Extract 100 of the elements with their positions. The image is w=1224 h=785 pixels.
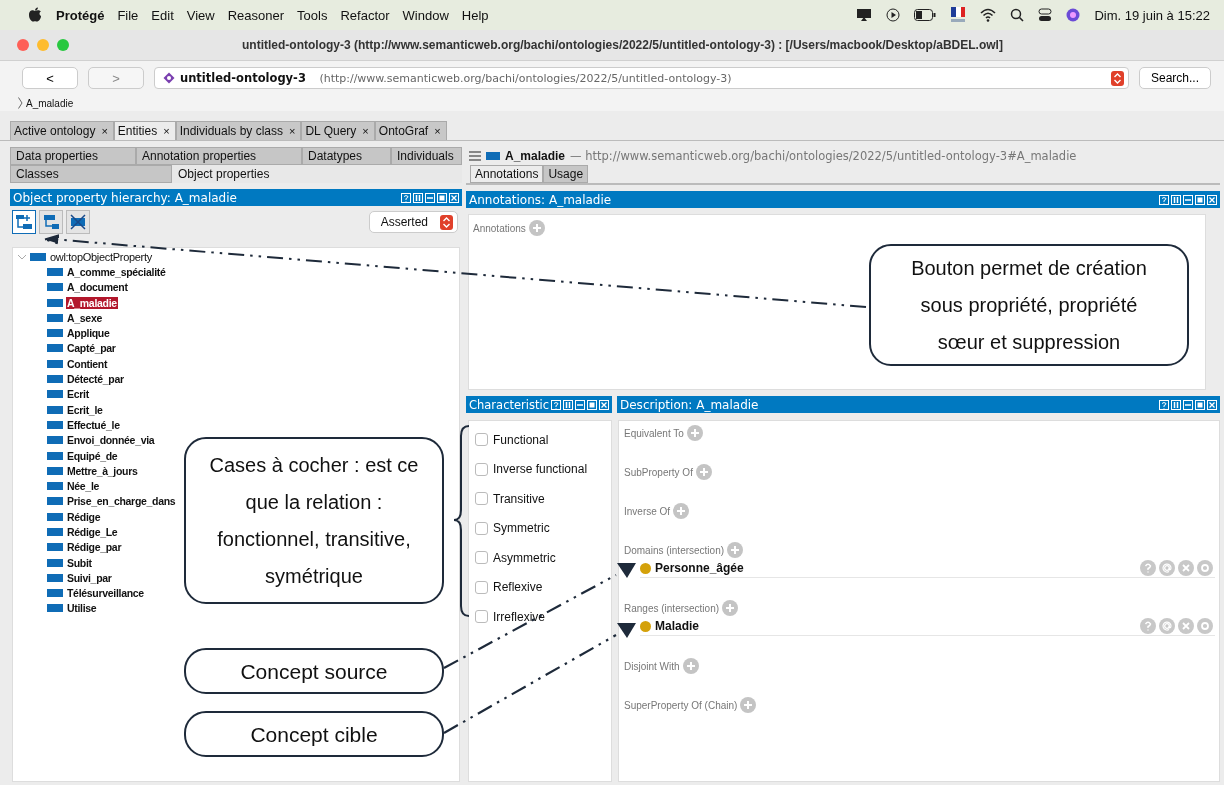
menu-icon[interactable] — [469, 151, 481, 161]
tree-item[interactable]: Contient — [66, 357, 109, 370]
close-tab-icon[interactable]: × — [362, 125, 369, 137]
checkbox[interactable] — [475, 462, 488, 476]
display-icon[interactable] — [856, 8, 873, 22]
checkbox[interactable] — [475, 551, 488, 565]
maximize-icon[interactable] — [1195, 399, 1205, 410]
menu-item[interactable]: Refactor — [340, 7, 390, 23]
class-entry[interactable]: Personne_âgée — [655, 561, 744, 575]
split-icon[interactable] — [1171, 194, 1181, 205]
entity-tab[interactable]: Individuals — [391, 147, 462, 165]
control-center-icon[interactable] — [1038, 8, 1053, 22]
tree-item[interactable]: Rédige — [66, 510, 102, 523]
checkbox[interactable] — [475, 521, 488, 535]
checkbox-label[interactable]: Irreflexive — [493, 609, 545, 624]
close-tab-icon[interactable]: × — [289, 125, 296, 137]
tab[interactable]: Usage — [543, 165, 589, 183]
tree-item[interactable]: Equipé_de — [66, 449, 119, 462]
split-icon[interactable] — [413, 192, 423, 203]
dropdown-icon[interactable] — [440, 214, 453, 230]
tree-item[interactable]: Née_le — [66, 480, 101, 493]
entity-tab[interactable]: Annotation properties — [136, 147, 302, 165]
close-icon[interactable] — [449, 192, 459, 203]
tab[interactable]: Individuals by class × — [175, 121, 302, 140]
tree-item[interactable]: owl:topObjectProperty — [49, 250, 153, 263]
checkbox-label[interactable]: Functional — [493, 432, 549, 447]
close-tab-icon[interactable]: × — [434, 125, 441, 137]
tree-item[interactable]: A_maladie — [66, 296, 118, 309]
maximize-icon[interactable] — [587, 399, 597, 410]
checkbox-label[interactable]: Symmetric — [493, 521, 550, 536]
tab[interactable]: DL Query × — [301, 121, 375, 140]
menu-item[interactable]: Tools — [297, 7, 328, 23]
add-sibling-button[interactable] — [39, 210, 63, 234]
entity-tab[interactable]: Object properties — [172, 165, 462, 183]
battery-icon[interactable] — [914, 9, 937, 21]
tree-item[interactable]: Rédige_Le — [66, 526, 119, 538]
checkbox[interactable] — [475, 492, 488, 506]
tree-item[interactable]: Télésurveillance — [66, 587, 145, 600]
checkbox[interactable] — [475, 610, 488, 624]
search-icon[interactable] — [1010, 8, 1025, 22]
flag-icon[interactable] — [950, 7, 967, 23]
tree-item[interactable]: Utilise — [66, 602, 98, 615]
close-icon[interactable] — [599, 399, 609, 410]
tree-item[interactable]: Détecté_par — [66, 373, 125, 385]
close-tab-icon[interactable]: × — [163, 125, 170, 137]
checkbox-label[interactable]: Transitive — [493, 491, 545, 506]
wifi-icon[interactable] — [980, 8, 997, 22]
ontology-selector[interactable]: untitled-ontology-3 (http://www.semanticweb.org/bachi/ontologies/2022/5/untitled-ontology-3) — [154, 67, 1129, 89]
tab[interactable]: Active ontology × — [10, 121, 114, 140]
tree-item[interactable]: Rédige_par — [66, 541, 123, 554]
split-icon[interactable] — [563, 399, 573, 410]
menu-item[interactable]: File — [117, 7, 139, 23]
app-menu[interactable]: Protégé — [56, 7, 105, 23]
apple-icon[interactable] — [28, 7, 42, 23]
view-mode-dropdown[interactable]: Asserted — [368, 211, 458, 233]
checkbox-label[interactable]: Reflexive — [493, 580, 543, 595]
entity-tab[interactable]: Classes — [10, 165, 172, 183]
class-entry[interactable]: Maladie — [655, 619, 699, 633]
delete-button[interactable] — [66, 210, 90, 234]
menu-item[interactable]: Window — [402, 7, 449, 23]
tab[interactable]: Annotations — [470, 165, 544, 183]
tree-item[interactable]: Suivi_par — [66, 571, 113, 584]
checkbox-label[interactable]: Asymmetric — [493, 550, 556, 565]
menu-item[interactable]: View — [186, 7, 215, 23]
assistant-icon[interactable] — [1066, 8, 1081, 22]
split-icon[interactable] — [1171, 399, 1181, 410]
minimize-icon[interactable] — [1183, 399, 1193, 410]
back-button[interactable]: < — [22, 67, 78, 89]
close-icon[interactable] — [1207, 194, 1217, 205]
help-icon[interactable] — [1159, 399, 1169, 410]
tab[interactable]: OntoGraf × — [374, 121, 447, 140]
tab[interactable]: Entities × — [113, 121, 176, 140]
minimize-icon[interactable] — [575, 399, 585, 410]
minimize-icon[interactable] — [1183, 194, 1193, 205]
tree-item[interactable]: Applique — [66, 327, 111, 340]
breadcrumb-item[interactable]: A_maladie — [26, 97, 74, 109]
checkbox[interactable] — [475, 580, 488, 594]
help-icon[interactable] — [551, 399, 561, 410]
maximize-icon[interactable] — [1195, 194, 1205, 205]
clock[interactable]: Dim. 19 juin à 15:22 — [1094, 7, 1210, 23]
close-icon[interactable] — [1207, 399, 1217, 410]
tree-item[interactable]: Prise_en_charge_dans — [66, 495, 177, 508]
entity-tab[interactable]: Datatypes — [302, 147, 391, 165]
entity-tab[interactable]: Data properties — [10, 147, 136, 165]
tree-item[interactable]: Envoi_donnée_via — [66, 434, 156, 447]
play-icon[interactable] — [886, 8, 901, 22]
help-icon[interactable] — [1159, 194, 1169, 205]
tree-item[interactable]: Effectué_le — [66, 418, 121, 431]
tree-item[interactable]: Ecrit — [66, 388, 90, 401]
tree-item[interactable]: Mettre_à_jours — [66, 464, 139, 477]
checkbox[interactable] — [475, 433, 488, 447]
menu-item[interactable]: Help — [461, 7, 489, 23]
dropdown-icon[interactable] — [1111, 70, 1124, 86]
tree-item[interactable]: Capté_par — [66, 342, 117, 355]
tree-item[interactable]: A_comme_spécialité — [66, 265, 167, 278]
add-subproperty-button[interactable] — [12, 210, 36, 234]
checkbox-label[interactable]: Inverse functional — [493, 462, 588, 477]
tree-item[interactable]: Ecrit_le — [66, 403, 104, 416]
tree-item[interactable]: Subit — [66, 556, 93, 569]
menu-item[interactable]: Reasoner — [227, 7, 285, 23]
